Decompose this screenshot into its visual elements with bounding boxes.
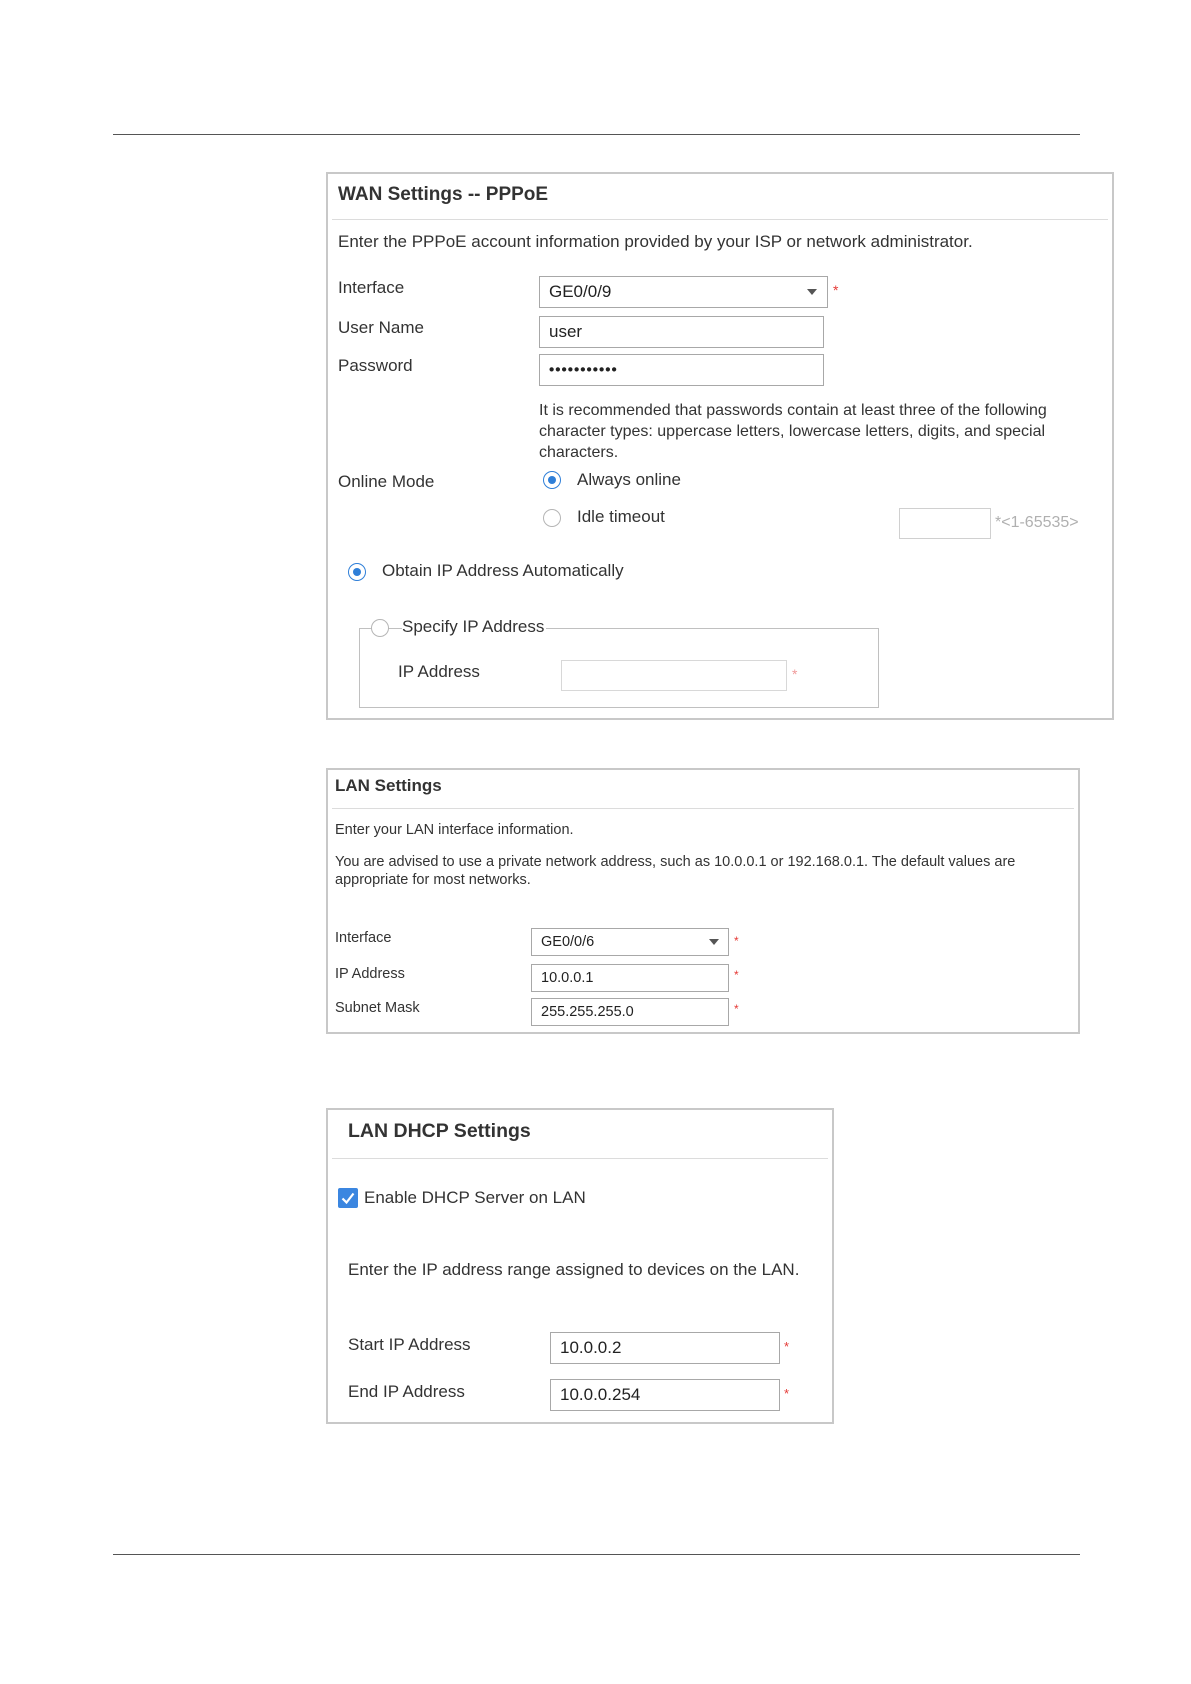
wan-title-divider: [332, 219, 1108, 220]
lan-title-divider: [332, 808, 1074, 809]
wan-username-value: user: [549, 322, 583, 341]
required-mark: *: [784, 1339, 790, 1354]
wan-password-hint-line3: characters.: [539, 444, 619, 461]
wan-panel-title: WAN Settings -- PPPoE: [338, 184, 549, 205]
lan-advice-line2: appropriate for most networks.: [335, 872, 531, 888]
lan-panel-title: LAN Settings: [335, 776, 442, 795]
idle-timeout-range-hint: *<1-65535>: [995, 514, 1079, 531]
wan-settings-panel: WAN Settings -- PPPoE Enter the PPPoE ac…: [326, 172, 1114, 720]
wan-ip-address-label: IP Address: [398, 662, 480, 681]
obtain-ip-label: Obtain IP Address Automatically: [382, 561, 624, 580]
always-online-label: Always online: [577, 470, 681, 489]
required-mark: *: [734, 934, 739, 948]
dhcp-panel-title: LAN DHCP Settings: [348, 1120, 531, 1142]
wan-password-hint-line2: character types: uppercase letters, lowe…: [539, 423, 1046, 440]
lan-interface-value: GE0/0/6: [541, 934, 595, 950]
wan-username-input[interactable]: user: [539, 316, 824, 348]
required-mark: *: [734, 1002, 739, 1016]
required-mark: *: [784, 1386, 790, 1401]
idle-timeout-radio[interactable]: [543, 509, 561, 527]
lan-advice-line1: You are advised to use a private network…: [335, 854, 1016, 870]
chevron-down-icon: [709, 939, 719, 945]
end-ip-input[interactable]: 10.0.0.254: [550, 1379, 780, 1411]
always-online-radio[interactable]: [543, 471, 561, 489]
wan-password-hint-line1: It is recommended that passwords contain…: [539, 402, 1047, 419]
start-ip-label: Start IP Address: [348, 1335, 471, 1354]
page-top-rule: [113, 134, 1080, 135]
lan-subnet-mask-value: 255.255.255.0: [541, 1004, 634, 1020]
wan-description: Enter the PPPoE account information prov…: [338, 232, 973, 251]
required-mark: *: [833, 282, 839, 298]
enable-dhcp-checkbox[interactable]: [338, 1188, 358, 1208]
checkmark-icon: [341, 1192, 355, 1205]
end-ip-label: End IP Address: [348, 1382, 465, 1401]
specify-ip-label: Specify IP Address: [402, 617, 547, 637]
chevron-down-icon: [807, 289, 817, 295]
lan-interface-label: Interface: [335, 930, 392, 946]
start-ip-input[interactable]: 10.0.0.2: [550, 1332, 780, 1364]
lan-ip-address-value: 10.0.0.1: [541, 970, 594, 986]
lan-settings-panel: LAN Settings Enter your LAN interface in…: [326, 768, 1080, 1034]
lan-interface-select[interactable]: GE0/0/6: [531, 928, 729, 956]
dhcp-range-description: Enter the IP address range assigned to d…: [348, 1260, 800, 1279]
wan-interface-label: Interface: [338, 278, 405, 297]
required-mark: *: [734, 968, 739, 982]
required-mark: *: [792, 666, 798, 682]
dhcp-title-divider: [332, 1158, 828, 1159]
wan-interface-value: GE0/0/9: [549, 282, 612, 301]
enable-dhcp-label: Enable DHCP Server on LAN: [364, 1188, 586, 1207]
obtain-ip-radio[interactable]: [348, 563, 366, 581]
start-ip-value: 10.0.0.2: [560, 1338, 622, 1357]
specify-ip-radio[interactable]: [371, 619, 389, 637]
wan-password-value: •••••••••••: [549, 361, 618, 379]
wan-password-input[interactable]: •••••••••••: [539, 354, 824, 386]
wan-online-mode-label: Online Mode: [338, 472, 435, 491]
wan-interface-select[interactable]: GE0/0/9: [539, 276, 828, 308]
lan-description: Enter your LAN interface information.: [335, 822, 574, 838]
idle-timeout-label: Idle timeout: [577, 507, 665, 526]
idle-timeout-input[interactable]: [899, 508, 991, 539]
page-bottom-rule: [113, 1554, 1080, 1555]
wan-username-label: User Name: [338, 318, 424, 337]
lan-subnet-mask-input[interactable]: 255.255.255.0: [531, 998, 729, 1026]
wan-ip-address-input[interactable]: [561, 660, 787, 691]
lan-subnet-mask-label: Subnet Mask: [335, 1000, 420, 1016]
lan-dhcp-settings-panel: LAN DHCP Settings Enable DHCP Server on …: [326, 1108, 834, 1424]
lan-ip-address-input[interactable]: 10.0.0.1: [531, 964, 729, 992]
end-ip-value: 10.0.0.254: [560, 1385, 641, 1404]
wan-password-label: Password: [338, 356, 413, 375]
lan-ip-address-label: IP Address: [335, 966, 405, 982]
